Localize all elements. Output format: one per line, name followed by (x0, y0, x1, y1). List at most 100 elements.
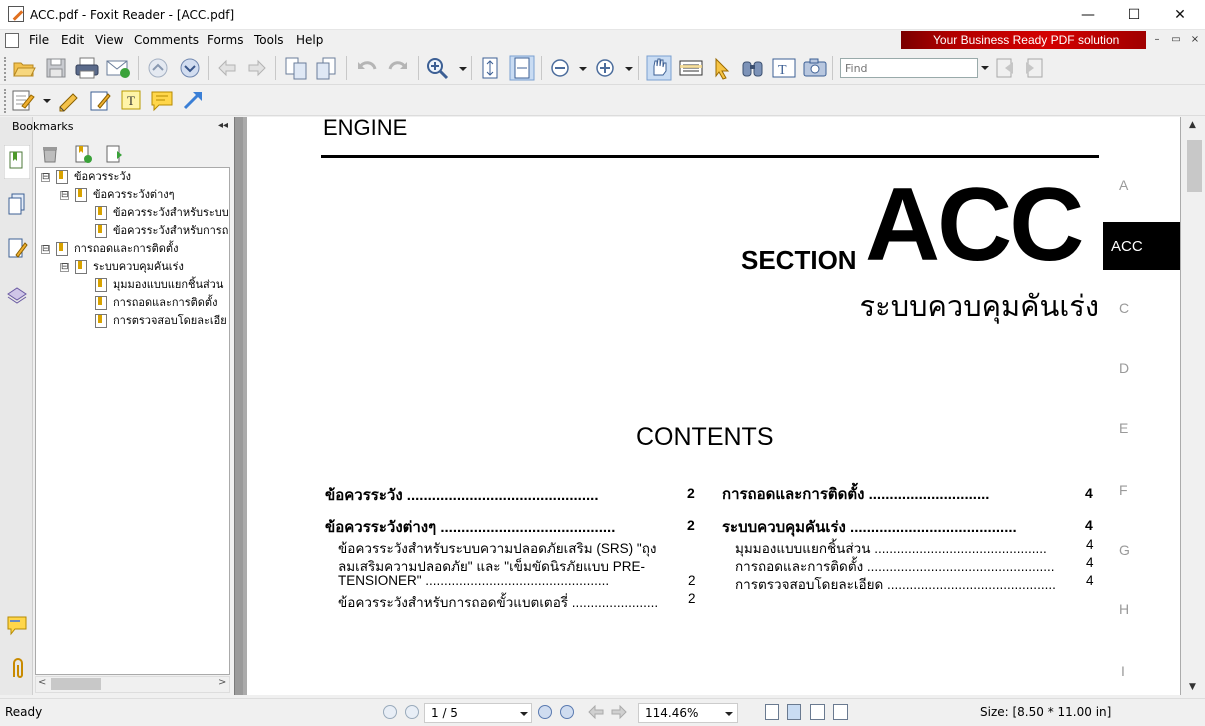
menu-tools[interactable]: Tools (254, 33, 284, 47)
hand-tool-icon[interactable] (646, 55, 672, 81)
doc-close-button[interactable]: × (1188, 33, 1202, 47)
doc-minimize-button[interactable]: – (1150, 33, 1164, 47)
history-back-icon[interactable] (588, 705, 604, 719)
bookmarks-tab-icon[interactable] (4, 145, 30, 179)
facing-layout-icon[interactable] (810, 704, 825, 720)
comments-tab-icon[interactable] (6, 614, 28, 638)
bookmark-item[interactable]: ⊟ ข้อควรระวังต่างๆ (60, 186, 175, 204)
bookmark-item[interactable]: ⊟ ข้อควรระวัง (41, 168, 131, 186)
toc-entry[interactable]: การถอดและการติดตั้ง ....................… (722, 482, 1082, 506)
find-next-icon[interactable] (1022, 56, 1046, 80)
pages-tab-icon[interactable] (6, 192, 28, 218)
single-page-layout-icon[interactable] (765, 704, 779, 720)
find-input[interactable] (840, 58, 978, 78)
menu-forms[interactable]: Forms (207, 33, 243, 47)
note-pencil-icon[interactable] (88, 88, 112, 112)
scroll-down-icon[interactable]: ▼ (1189, 682, 1196, 692)
last-page-icon[interactable] (560, 705, 574, 719)
zoom-tool-icon[interactable] (425, 56, 451, 80)
close-button[interactable]: ✕ (1157, 0, 1203, 30)
zoom-dropdown-icon[interactable] (725, 712, 733, 716)
insert-pages-icon[interactable] (314, 56, 340, 80)
first-page-icon[interactable] (383, 705, 397, 719)
email-icon[interactable] (105, 56, 131, 80)
new-bookmark-icon[interactable] (73, 144, 93, 164)
next-page-status-icon[interactable] (538, 705, 552, 719)
toc-subentry[interactable]: การตรวจสอบโดยละเอียด ...................… (735, 573, 1083, 595)
layers-tab-icon[interactable] (6, 282, 28, 304)
text-box-icon[interactable]: T (119, 88, 143, 112)
zoom-tool-dropdown-icon[interactable] (459, 67, 467, 71)
maximize-button[interactable]: ☐ (1111, 0, 1157, 30)
menu-view[interactable]: View (95, 33, 123, 47)
open-icon[interactable] (12, 56, 36, 80)
toc-subentry[interactable]: TENSIONER" .............................… (338, 573, 694, 588)
redo-icon[interactable] (386, 56, 410, 80)
scroll-up-icon[interactable]: ▲ (1189, 120, 1196, 130)
collapse-node-icon[interactable]: ⊟ (41, 172, 50, 182)
document-vertical-scrollbar[interactable] (1185, 117, 1205, 695)
zoom-in-icon[interactable] (593, 56, 617, 80)
horizontal-scroll-thumb[interactable] (51, 678, 101, 690)
menu-comments[interactable]: Comments (134, 33, 199, 47)
save-icon[interactable] (44, 56, 68, 80)
prev-page-icon[interactable] (405, 705, 419, 719)
arrow-tool-icon[interactable] (181, 88, 205, 112)
menu-help[interactable]: Help (296, 33, 323, 47)
fit-width-icon[interactable] (509, 55, 535, 81)
edit-document-icon[interactable] (11, 88, 37, 112)
zoom-combo[interactable]: 114.46% (638, 703, 738, 723)
collapse-panel-icon[interactable]: ◂◂ (218, 120, 228, 131)
toc-subentry[interactable]: ข้อควรระวังสำหรับการถอดขั้วแบตเตอรี่ ...… (338, 591, 694, 613)
comment-note-icon[interactable] (150, 88, 174, 112)
document-menu-icon[interactable] (5, 33, 19, 48)
expand-bookmark-icon[interactable] (104, 144, 124, 164)
delete-bookmark-icon[interactable] (40, 144, 60, 164)
panel-splitter[interactable] (234, 117, 243, 695)
collapse-node-icon[interactable]: ⊟ (41, 244, 50, 254)
fit-page-icon[interactable] (478, 56, 502, 80)
page-number-field[interactable]: 1 / 5 (424, 703, 532, 723)
back-icon[interactable] (215, 56, 239, 80)
bookmark-item[interactable]: ข้อควรระวังสำหรับการถ (95, 222, 228, 240)
edit-dropdown-icon[interactable] (43, 99, 51, 103)
bookmark-item[interactable]: มุมมองแบบแยกชิ้นส่วน (95, 276, 223, 294)
find-binoculars-icon[interactable] (740, 56, 766, 80)
select-text-icon[interactable] (678, 56, 704, 80)
forward-icon[interactable] (245, 56, 269, 80)
menu-edit[interactable]: Edit (61, 33, 84, 47)
bookmark-item[interactable]: ⊟ ระบบควบคุมคันเร่ง (60, 258, 184, 276)
attachments-tab-icon[interactable] (8, 657, 26, 681)
layers-edit-tab-icon[interactable] (6, 237, 28, 261)
typewriter-icon[interactable]: T (771, 56, 797, 80)
scroll-right-icon[interactable]: > (218, 677, 226, 688)
zoom-out-dropdown-icon[interactable] (579, 67, 587, 71)
doc-restore-button[interactable]: ▭ (1169, 33, 1183, 47)
bookmark-item[interactable]: การตรวจสอบโดยละเอีย (95, 312, 227, 330)
continuous-facing-layout-icon[interactable] (833, 704, 848, 720)
page-dropdown-icon[interactable] (520, 712, 528, 716)
snapshot-camera-icon[interactable] (802, 56, 828, 80)
scroll-left-icon[interactable]: < (38, 677, 46, 688)
zoom-out-icon[interactable] (548, 56, 572, 80)
vertical-scroll-thumb[interactable] (1187, 140, 1202, 192)
history-forward-icon[interactable] (611, 705, 627, 719)
toc-entry[interactable]: ข้อควรระวัง ............................… (325, 483, 697, 507)
undo-icon[interactable] (355, 56, 379, 80)
previous-page-icon[interactable] (146, 56, 170, 80)
bookmark-item[interactable]: การถอดและการติดตั้ง (95, 294, 217, 312)
next-page-icon[interactable] (178, 56, 202, 80)
collapse-node-icon[interactable]: ⊟ (60, 190, 69, 200)
annotation-select-icon[interactable] (710, 56, 734, 80)
extract-pages-icon[interactable] (283, 56, 309, 80)
pencil-tool-icon[interactable] (57, 88, 81, 112)
print-icon[interactable] (74, 56, 100, 80)
continuous-layout-icon[interactable] (787, 704, 801, 720)
promo-banner[interactable]: Your Business Ready PDF solution (901, 31, 1146, 49)
menu-file[interactable]: File (29, 33, 49, 47)
bookmark-item[interactable]: ⊟ การถอดและการติดตั้ง (41, 240, 178, 258)
minimize-button[interactable]: — (1065, 0, 1111, 30)
find-previous-icon[interactable] (993, 56, 1017, 80)
zoom-in-dropdown-icon[interactable] (625, 67, 633, 71)
toc-entry[interactable]: ข้อควรระวังต่างๆ .......................… (325, 515, 697, 539)
